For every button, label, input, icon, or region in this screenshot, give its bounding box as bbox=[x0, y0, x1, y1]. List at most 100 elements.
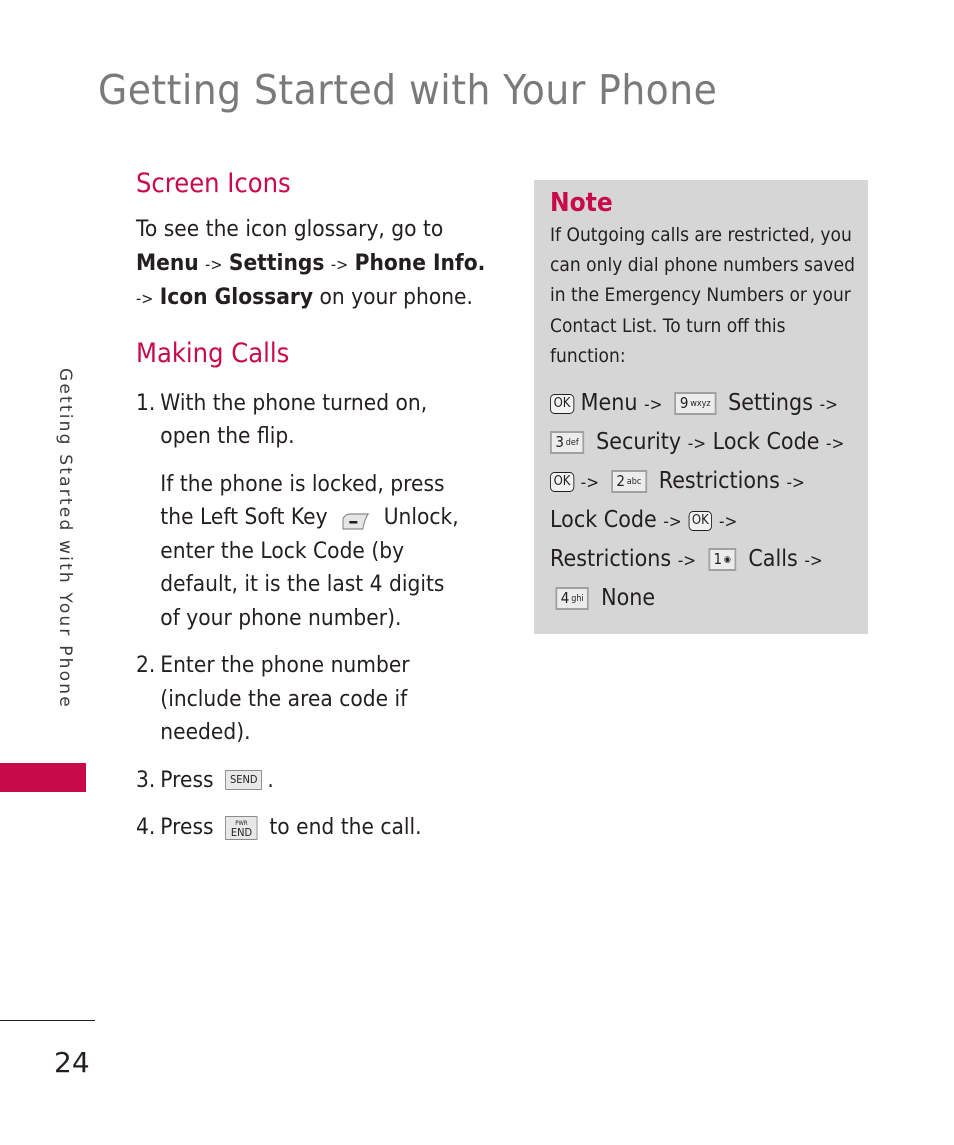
note-title: Note bbox=[550, 188, 613, 218]
step-text: open the flip. bbox=[160, 423, 295, 449]
key-digit: 9 bbox=[679, 394, 689, 413]
step-4: 4. Press PWR END to end the call. bbox=[136, 811, 460, 845]
unlock-label: Unlock, bbox=[383, 504, 459, 530]
restrictions-label: Restrictions bbox=[658, 468, 780, 495]
path-line-6: 4 ghi None bbox=[550, 580, 836, 617]
step-text: . bbox=[267, 766, 274, 793]
section-heading-making-calls: Making Calls bbox=[136, 337, 290, 369]
end-label: END bbox=[230, 825, 253, 839]
lock-code-label: Lock Code bbox=[712, 429, 820, 456]
step-number: 2. bbox=[136, 652, 156, 678]
making-calls-steps: 1. With the phone turned on, open the fl… bbox=[136, 387, 460, 845]
key-letters: wxyz bbox=[690, 399, 711, 410]
arrow: -> bbox=[819, 395, 838, 416]
step-text: needed). bbox=[160, 719, 251, 745]
path-line-5: Restrictions -> 1 ◉ Calls -> bbox=[550, 541, 836, 580]
step-text: Press bbox=[160, 814, 214, 840]
step-text: Press bbox=[160, 766, 214, 793]
menu-label: Menu bbox=[136, 249, 199, 276]
left-soft-key-icon bbox=[341, 508, 370, 530]
arrow: -> bbox=[330, 254, 349, 274]
side-tab-label: Getting Started with Your Phone bbox=[55, 368, 75, 709]
key-letters: abc bbox=[626, 477, 642, 488]
note-line: Contact List. To turn off this bbox=[550, 314, 786, 337]
step-number: 3. bbox=[136, 766, 156, 793]
step-3: 3. Press SEND. bbox=[136, 764, 460, 798]
arrow: -> bbox=[136, 289, 154, 308]
arrow: -> bbox=[804, 551, 823, 572]
arrow: -> bbox=[677, 551, 697, 572]
icon-glossary-label: Icon Glossary bbox=[159, 284, 314, 310]
note-text: If Outgoing calls are restricted, you ca… bbox=[550, 220, 855, 371]
left-soft-key-label: the Left Soft Key bbox=[160, 504, 328, 530]
voicemail-icon: ◉ bbox=[723, 555, 731, 566]
ok-key-icon: OK bbox=[688, 510, 713, 531]
step-content: With the phone turned on, open the flip.… bbox=[160, 387, 460, 636]
security-label: Security bbox=[596, 429, 682, 456]
step-content: Press SEND. bbox=[160, 764, 460, 798]
arrow: -> bbox=[580, 473, 600, 494]
ok-key-icon: OK bbox=[550, 471, 575, 492]
menu-path: OK Menu -> 9 wxyz Settings -> 3 def Securi… bbox=[550, 385, 844, 617]
section-heading-screen-icons: Screen Icons bbox=[136, 168, 291, 199]
note-line: function: bbox=[550, 344, 626, 367]
screen-icons-line1: To see the icon glossary, go to bbox=[136, 216, 444, 242]
step-text: of your phone number). bbox=[160, 604, 402, 631]
step-number: 4. bbox=[136, 814, 156, 840]
step-text: (include the area code if bbox=[160, 685, 408, 712]
note-line: can only dial phone numbers saved bbox=[550, 254, 855, 277]
path-line-4: Lock Code -> OK -> bbox=[550, 502, 836, 541]
screen-icons-paragraph: To see the icon glossary, go to Menu -> … bbox=[136, 213, 485, 316]
arrow: -> bbox=[786, 473, 805, 494]
send-key-icon: SEND bbox=[225, 770, 263, 790]
note-line: If Outgoing calls are restricted, you bbox=[550, 224, 852, 246]
step-text: default, it is the last 4 digits bbox=[160, 571, 445, 597]
note-box: Note If Outgoing calls are restricted, y… bbox=[534, 180, 868, 634]
left-column: Screen Icons To see the icon glossary, g… bbox=[136, 168, 496, 859]
step-2: 2. Enter the phone number (include the a… bbox=[136, 649, 460, 750]
key-1-voicemail-icon: 1 ◉ bbox=[708, 548, 737, 572]
arrow: -> bbox=[663, 512, 682, 533]
key-2-icon: 2 abc bbox=[611, 470, 647, 494]
step-text: With the phone turned on, bbox=[160, 389, 428, 416]
none-label: None bbox=[601, 585, 656, 612]
screen-icons-line3: -> Icon Glossary on your phone. bbox=[136, 281, 473, 316]
key-digit: 3 bbox=[555, 433, 564, 452]
settings-label: Settings bbox=[728, 390, 813, 417]
note-line: in the Emergency Numbers or your bbox=[550, 284, 851, 307]
settings-label: Settings bbox=[228, 249, 325, 276]
arrow: -> bbox=[718, 512, 738, 533]
side-tab-marker bbox=[0, 763, 86, 792]
step-1: 1. With the phone turned on, open the fl… bbox=[136, 387, 460, 636]
page-number: 24 bbox=[54, 1046, 90, 1079]
key-digit: 1 bbox=[713, 550, 723, 569]
page-title: Getting Started with Your Phone bbox=[98, 66, 718, 114]
restrictions-label: Restrictions bbox=[550, 546, 672, 573]
menu-label: Menu bbox=[580, 390, 638, 417]
key-4-icon: 4 ghi bbox=[555, 587, 590, 611]
key-3-icon: 3 def bbox=[550, 431, 585, 455]
key-letters: ghi bbox=[571, 594, 584, 605]
path-line-1: OK Menu -> 9 wxyz Settings -> bbox=[550, 385, 838, 424]
calls-label: Calls bbox=[748, 546, 798, 573]
arrow: -> bbox=[205, 254, 223, 274]
arrow: -> bbox=[826, 434, 845, 455]
step-content: Enter the phone number (include the area… bbox=[160, 649, 460, 750]
screen-icons-line2: Menu -> Settings -> Phone Info. bbox=[136, 247, 485, 282]
step-text: Enter the phone number bbox=[160, 652, 410, 678]
lock-code-label: Lock Code bbox=[550, 507, 657, 534]
key-9-icon: 9 wxyz bbox=[674, 392, 717, 416]
arrow: -> bbox=[644, 395, 663, 416]
step-text: enter the Lock Code (by bbox=[160, 537, 405, 564]
locked-instructions: If the phone is locked, press the Left S… bbox=[160, 468, 460, 636]
phone-info-label: Phone Info. bbox=[354, 249, 486, 276]
screen-icons-suffix: on your phone. bbox=[319, 284, 473, 310]
step-text: the Left Soft Key Unlock, bbox=[160, 501, 460, 535]
end-key-icon: PWR END bbox=[225, 815, 258, 840]
step-content: Press PWR END to end the call. bbox=[160, 811, 460, 845]
key-digit: 4 bbox=[560, 589, 570, 608]
path-line-3: OK -> 2 abc Restrictions -> bbox=[550, 463, 836, 502]
ok-key-icon: OK bbox=[550, 393, 575, 414]
step-number: 1. bbox=[136, 389, 156, 416]
key-letters: def bbox=[565, 438, 579, 449]
